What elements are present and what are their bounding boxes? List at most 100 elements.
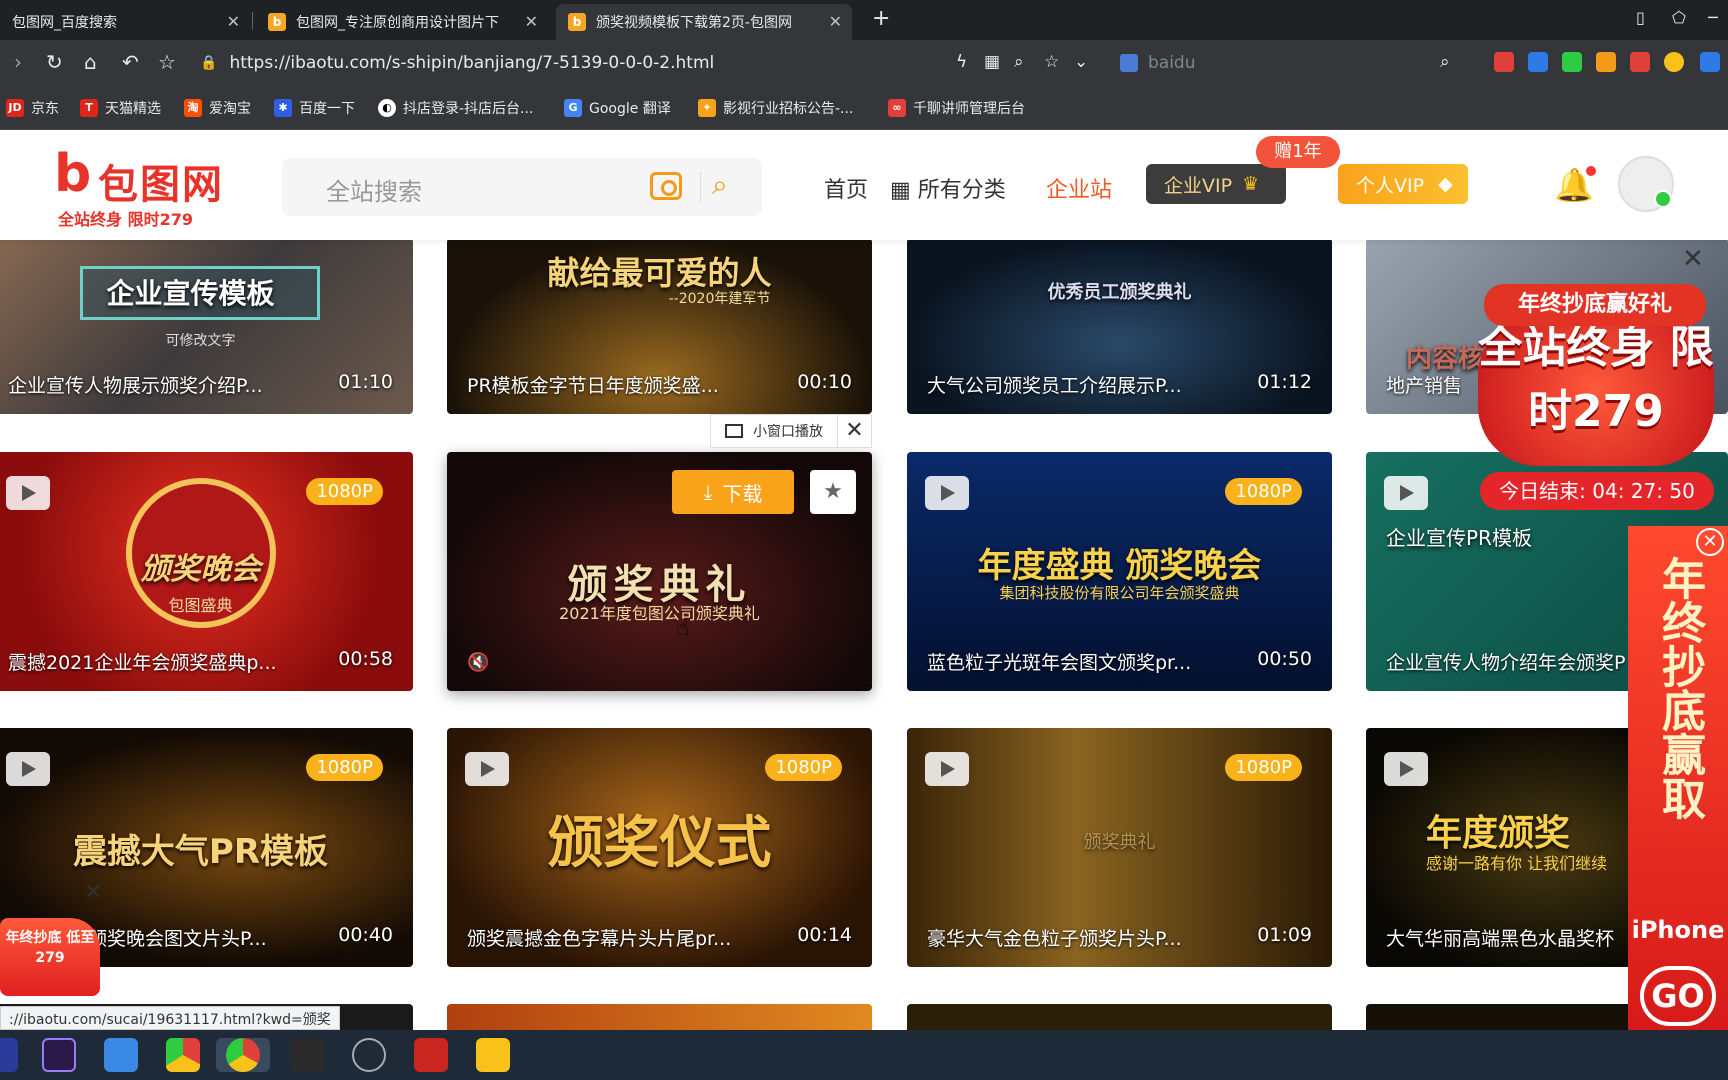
card-duration: 00:58 [338, 648, 393, 670]
close-icon[interactable]: ✕ [837, 415, 871, 447]
tmall-icon: T [80, 99, 98, 117]
translate-extension-icon[interactable] [1528, 52, 1548, 72]
favorite-star-icon[interactable]: ★ [810, 470, 856, 514]
video-card[interactable] [447, 1004, 872, 1030]
file-explorer-app-icon[interactable] [476, 1038, 510, 1072]
undo-icon[interactable]: ↶ [122, 52, 139, 72]
side-promo-text: 年终抄底赢取 [1654, 556, 1705, 820]
card-title: 大气华丽高端黑色水晶奖杯 [1386, 928, 1615, 950]
card-art-subtitle: 可修改文字 [165, 333, 236, 349]
video-card[interactable]: 1080P 年度盛典 颁奖晚会 集团科技股份有限公司年会颁奖盛典 蓝色粒子光斑年… [907, 452, 1332, 691]
mute-icon[interactable]: 🔇 [467, 652, 489, 673]
card-title: 蓝色粒子光斑年会图文颁奖pr... [927, 652, 1192, 674]
side-promo-go-button[interactable]: GO [1640, 966, 1716, 1026]
chrome-app-icon[interactable] [166, 1038, 200, 1072]
card-caption: 大气公司颁奖员工介绍展示P... 01:12 [927, 371, 1312, 398]
card-art-subtitle: 感谢一路有你 让我们继续 [1426, 854, 1608, 873]
video-card[interactable]: 1080P 颁奖典礼 豪华大气金色粒子颁奖片头P... 01:09 [907, 728, 1332, 967]
tab-baidu-search[interactable]: 包图网_百度搜索 ✕ [0, 4, 250, 40]
enterprise-vip-button[interactable]: 企业VIP ♛ [1146, 164, 1286, 204]
bell-icon[interactable]: 🔔 [1554, 166, 1596, 204]
after-effects-app-icon[interactable] [42, 1038, 76, 1072]
minimize-icon[interactable]: ─ [1708, 8, 1718, 27]
bookmark-jd[interactable]: JD 京东 [6, 98, 59, 118]
search-icon[interactable]: ⌕ [712, 168, 728, 202]
promo-top-banner: 年终抄底赢好礼 [1484, 284, 1706, 326]
card-title: 大气公司颁奖员工介绍展示P... [927, 375, 1182, 397]
bookmark-baidu[interactable]: ✱ 百度一下 [274, 98, 355, 118]
feishu-app-icon[interactable] [104, 1038, 138, 1072]
close-icon[interactable]: ✕ [84, 880, 102, 905]
download-extension-icon[interactable] [1562, 52, 1582, 72]
search-icon[interactable]: ⌕ [1440, 52, 1450, 72]
video-card[interactable]: 1080P 颁奖晚会 包图盛典 震撼2021企业年会颁奖盛典p... 00:58 [0, 452, 413, 691]
video-card[interactable]: 企业宣传模板 可修改文字 企业宣传人物展示颁奖介绍P... 01:10 [0, 240, 413, 414]
card-duration: 00:40 [338, 924, 393, 946]
video-card[interactable] [907, 1004, 1332, 1030]
video-card[interactable]: 1080P 颁奖仪式 颁奖震撼金色字幕片头片尾pr... 00:14 [447, 728, 872, 967]
moon-extension-icon[interactable] [1664, 52, 1684, 72]
extension-blue-icon[interactable] [1700, 52, 1720, 72]
bookmark-douyin-shop[interactable]: ◐ 抖店登录-抖店后台... [378, 98, 533, 118]
card-art-subtitle: 2021年度包图公司颁奖典礼 [559, 604, 760, 623]
camera-icon[interactable] [650, 172, 682, 200]
tab-award-templates[interactable]: b 颁奖视频模板下载第2页-包图网 ✕ [556, 4, 852, 40]
chrome-app-icon[interactable] [226, 1038, 260, 1072]
window-restore-icon[interactable]: ▯ [1636, 8, 1645, 27]
card-art-title: 颁奖典礼 [1083, 832, 1156, 853]
lightning-icon[interactable]: ϟ [956, 52, 967, 72]
bookmark-taobao[interactable]: 淘爱淘宝 [184, 98, 251, 118]
card-duration: 00:50 [1257, 648, 1312, 670]
bookmark-tmall[interactable]: T 天猫精选 [80, 98, 161, 118]
new-tab-plus-icon[interactable]: + [872, 6, 890, 31]
obs-app-icon[interactable] [352, 1038, 386, 1072]
nav-home[interactable]: 首页 [824, 172, 868, 204]
status-url: ://ibaotu.com/sucai/19631117.html?kwd=颁奖 [0, 1006, 340, 1030]
video-card[interactable]: 优秀员工颁奖典礼 大气公司颁奖员工介绍展示P... 01:12 [907, 240, 1332, 414]
side-promo-ad[interactable]: 年终抄底赢取 iPhone GO [1628, 526, 1728, 1030]
logo-promo: 全站终身 限时279 [58, 210, 193, 229]
home-icon[interactable]: ⌂ [84, 52, 97, 72]
capcut-app-icon[interactable] [290, 1038, 324, 1072]
video-card[interactable]: 献给最可爱的人 --2020年建军节 PR模板金字节日年度颁奖盛... 00:10 [447, 240, 872, 414]
zoom-icon[interactable]: ⌕ [1014, 52, 1024, 72]
pdf-extension-icon[interactable] [1630, 52, 1650, 72]
mini-window-play-button[interactable]: 小窗口播放 ✕ [710, 414, 872, 448]
extension-red-icon[interactable] [1494, 52, 1514, 72]
corner-promo-ad[interactable]: 年终抄底 低至279 [0, 918, 100, 996]
bookmark-qianliao[interactable]: ∞ 千聊讲师管理后台 [888, 98, 1025, 118]
close-icon[interactable]: ✕ [1696, 528, 1724, 556]
forward-arrow-icon[interactable]: › [14, 52, 22, 72]
bookmark-google-translate[interactable]: G Google 翻译 [564, 98, 671, 118]
pin-icon[interactable]: ⬠ [1672, 8, 1686, 27]
bookmark-film-tenders[interactable]: ✦ 影视行业招标公告-... [698, 98, 853, 118]
reload-icon[interactable]: ↻ [46, 52, 63, 72]
browser-search-field[interactable]: baidu [1120, 46, 1460, 80]
bookmark-orange-icon: ✦ [698, 99, 716, 117]
chevron-down-icon[interactable]: ⌄ [1074, 52, 1088, 72]
close-icon[interactable]: ✕ [1682, 244, 1704, 274]
premiere-app-icon[interactable] [0, 1038, 18, 1072]
ibaotu-logo[interactable]: b 包图网 全站终身 限时279 [54, 146, 254, 229]
monitor-icon [725, 424, 743, 438]
nav-all-categories[interactable]: ▦ 所有分类 [890, 172, 1006, 204]
star-icon[interactable]: ☆ [1044, 52, 1059, 72]
apps-extension-icon[interactable] [1596, 52, 1616, 72]
close-icon[interactable]: ✕ [829, 12, 842, 31]
site-search-input[interactable]: 全站搜索 ⌕ [282, 158, 762, 216]
tab-ibaotu-home[interactable]: b 包图网_专注原创商用设计图片下 ✕ [256, 4, 548, 40]
personal-vip-button[interactable]: 个人VIP ◆ [1338, 164, 1468, 204]
video-play-icon [465, 752, 509, 786]
close-icon[interactable]: ✕ [525, 12, 538, 31]
star-bookmark-icon[interactable]: ☆ [158, 52, 176, 72]
grid-icon[interactable]: ▦ [984, 52, 1000, 72]
nav-enterprise[interactable]: 企业站 [1046, 172, 1112, 204]
wps-app-icon[interactable] [414, 1038, 448, 1072]
avatar[interactable] [1618, 156, 1674, 212]
promo-ad-banner[interactable]: 全站终身 限时279 年终抄底赢好礼 今日结束: 04: 27: 50 [1478, 276, 1714, 516]
card-title: 豪华大气金色粒子颁奖片头P... [927, 928, 1182, 950]
video-card-hovered[interactable]: 颁奖典礼 2021年度包图公司颁奖典礼 🔇 [447, 452, 872, 691]
close-icon[interactable]: ✕ [227, 12, 240, 31]
resolution-badge: 1080P [1225, 478, 1302, 505]
download-button[interactable]: ⤓ 下载 [672, 470, 794, 514]
